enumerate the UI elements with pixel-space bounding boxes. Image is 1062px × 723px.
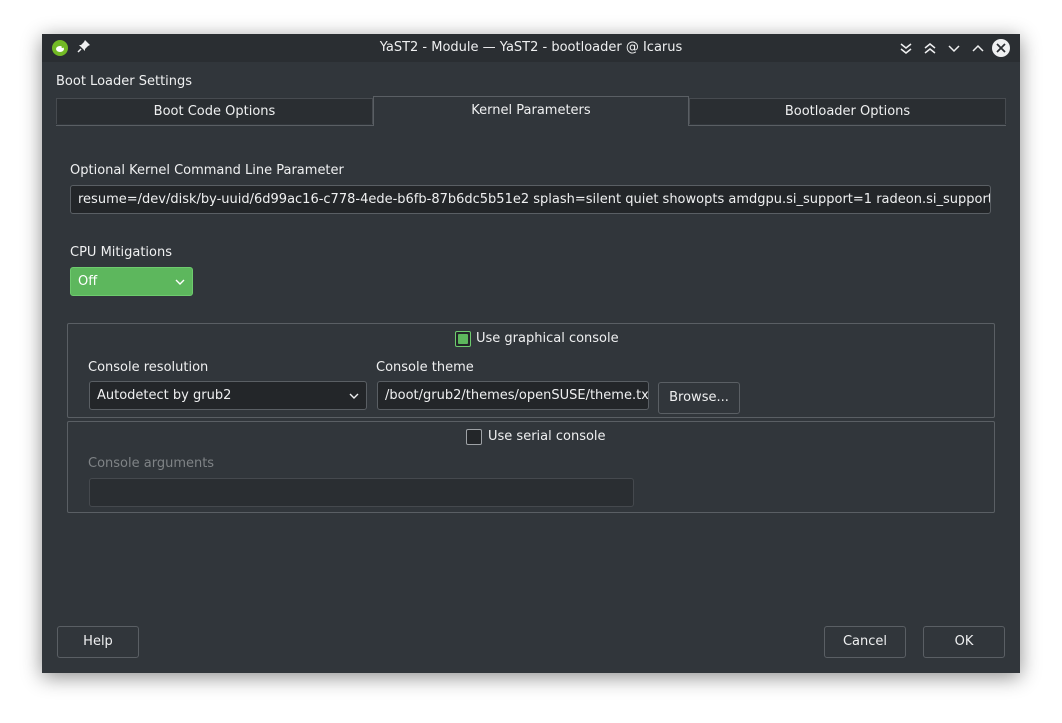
console-arguments-input[interactable]: [89, 478, 634, 507]
tab-bar: Boot Code Options Kernel Parameters Boot…: [56, 96, 1006, 126]
console-arguments-label: Console arguments: [88, 456, 215, 471]
console-theme-input[interactable]: /boot/grub2/themes/openSUSE/theme.txt: [377, 381, 649, 410]
cpu-mitigations-label: CPU Mitigations: [70, 245, 172, 260]
cpu-mitigations-select[interactable]: Off: [70, 267, 193, 296]
chevron-down-icon: [349, 393, 359, 399]
close-icon[interactable]: [992, 39, 1010, 57]
tab-kernel-parameters[interactable]: Kernel Parameters: [373, 96, 689, 126]
console-resolution-select[interactable]: Autodetect by grub2: [89, 381, 367, 410]
yast-window: YaST2 - Module — YaST2 - bootloader @ Ic…: [42, 34, 1020, 673]
chevron-down-icon: [175, 279, 185, 285]
cpu-mitigations-value: Off: [78, 274, 98, 289]
window-title: YaST2 - Module — YaST2 - bootloader @ Ic…: [379, 40, 683, 55]
console-resolution-label: Console resolution: [88, 360, 209, 375]
serial-console-checkbox[interactable]: [466, 429, 482, 445]
cmdline-input[interactable]: resume=/dev/disk/by-uuid/6d99ac16-c778-4…: [70, 185, 991, 214]
console-resolution-value: Autodetect by grub2: [97, 388, 232, 403]
help-button[interactable]: Help: [57, 626, 139, 658]
graphical-console-label[interactable]: Use graphical console: [476, 331, 619, 346]
keep-below-icon[interactable]: [897, 39, 915, 57]
serial-console-group: Use serial console Console arguments: [67, 421, 995, 513]
cmdline-label: Optional Kernel Command Line Parameter: [70, 163, 344, 178]
section-label: Boot Loader Settings: [56, 74, 193, 89]
title-bar[interactable]: YaST2 - Module — YaST2 - bootloader @ Ic…: [42, 34, 1020, 62]
maximize-icon[interactable]: [969, 39, 987, 57]
tab-bootloader-options[interactable]: Bootloader Options: [689, 98, 1006, 124]
keep-above-icon[interactable]: [921, 39, 939, 57]
serial-console-label[interactable]: Use serial console: [488, 429, 606, 444]
tab-boot-code-options[interactable]: Boot Code Options: [56, 98, 373, 124]
ok-button[interactable]: OK: [923, 626, 1005, 658]
graphical-console-checkbox[interactable]: [455, 331, 471, 347]
minimize-icon[interactable]: [945, 39, 963, 57]
graphical-console-group: Use graphical console Console resolution…: [67, 323, 995, 418]
cancel-button[interactable]: Cancel: [824, 626, 906, 658]
browse-button[interactable]: Browse...: [658, 382, 740, 414]
console-theme-label: Console theme: [376, 360, 474, 375]
